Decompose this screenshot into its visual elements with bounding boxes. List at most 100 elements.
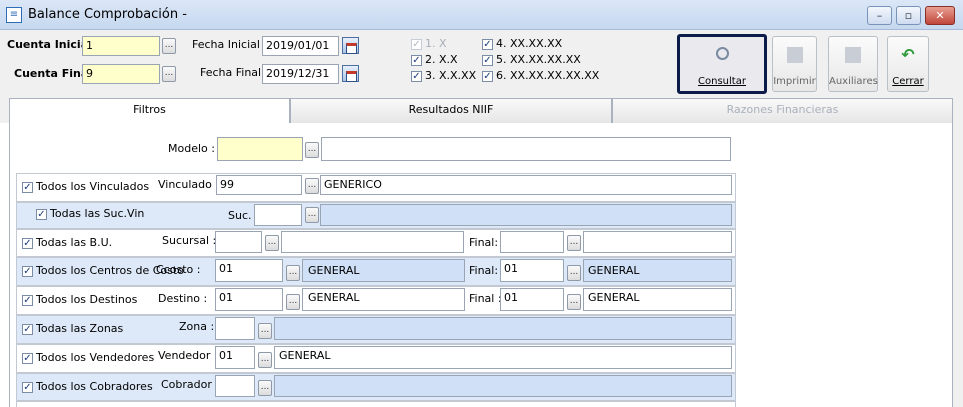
destino-code-input[interactable]: 01 [215,288,283,311]
cuenta-inicial-input[interactable]: 1 [82,36,160,56]
destino-label: Destino : [158,292,208,305]
right-edge [953,96,963,407]
level-5-label: 5. XX.XX.XX.XX [496,53,581,66]
todos-destinos-label: Todos los Destinos [36,293,138,306]
zona-name-input[interactable] [274,317,732,340]
todas-zonas-checkbox[interactable]: ✓ [22,324,33,335]
vendedor-lookup-button[interactable]: ... [258,352,272,368]
level-4-checkbox[interactable]: ✓ [482,39,493,50]
todos-vendedores-label: Todos los Vendedores [36,351,155,364]
destino-name-input[interactable]: GENERAL [302,288,465,311]
close-icon[interactable]: ✕ [925,6,955,25]
calendar-icon[interactable] [342,65,359,82]
fecha-final-input[interactable]: 2019/12/31 [262,64,339,84]
ccosto-label: Ccosto : [156,263,201,276]
modelo-name-input[interactable] [321,137,731,161]
zona-lookup-button[interactable]: ... [258,323,272,339]
window-title: Balance Comprobación - [28,7,187,22]
imprimir-button[interactable]: Imprimir [772,36,817,92]
suc-code-input[interactable] [254,204,302,226]
sucursal-label: Sucursal : [162,234,217,247]
destino-final-code-input[interactable]: 01 [500,288,564,311]
tab-filtros[interactable]: Filtros [9,98,290,124]
level-2-checkbox[interactable]: ✓ [411,55,422,66]
todas-sucvin-checkbox[interactable]: ✓ [36,209,47,220]
printer-icon [786,47,803,63]
vinculado-name-input[interactable]: GENERICO [320,175,732,195]
destino-final-name-input[interactable]: GENERAL [583,288,732,311]
modelo-label: Modelo : [168,142,215,155]
level-5-checkbox[interactable]: ✓ [482,55,493,66]
vinculado-lookup-button[interactable]: ... [305,178,319,194]
todos-vendedores-checkbox[interactable]: ✓ [22,353,33,364]
todas-bu-label: Todas las B.U. [36,236,113,249]
sucursal-lookup-button[interactable]: ... [265,235,279,251]
cobrador-label: Cobrador : [161,378,220,391]
vinculado-code-input[interactable]: 99 [216,175,302,195]
fecha-final-label: Fecha Final : [200,66,269,79]
destino-final-lookup-button[interactable]: ... [567,294,581,310]
zona-code-input[interactable] [215,317,255,340]
modelo-code-input[interactable] [217,137,303,161]
ccosto-code-input[interactable]: 01 [215,259,283,282]
level-2-label: 2. X.X [425,53,458,66]
calendar-icon[interactable] [342,37,359,54]
suc-label: Suc. [228,209,252,222]
todas-bu-checkbox[interactable]: ✓ [22,238,33,249]
level-3-checkbox[interactable]: ✓ [411,71,422,82]
cuenta-final-input[interactable]: 9 [82,64,160,84]
ccosto-final-name-input[interactable]: GENERAL [583,259,732,282]
cuenta-inicial-lookup-button[interactable]: ... [162,38,176,54]
level-4-label: 4. XX.XX.XX [496,37,563,50]
ccosto-name-input[interactable]: GENERAL [302,259,465,282]
cerrar-button[interactable]: ↶ Cerrar [887,36,929,92]
destino-lookup-button[interactable]: ... [286,294,300,310]
modelo-lookup-button[interactable]: ... [305,142,319,158]
sucursal-final-name-input[interactable] [583,231,732,253]
consultar-button[interactable]: Consultar [677,34,767,94]
todos-cobradores-checkbox[interactable]: ✓ [22,382,33,393]
auxiliares-button[interactable]: Auxiliares [828,36,878,92]
vendedor-name-input[interactable]: GENERAL [274,346,732,369]
todos-destinos-checkbox[interactable]: ✓ [22,295,33,306]
todas-zonas-label: Todas las Zonas [36,322,124,335]
sucursal-final-lookup-button[interactable]: ... [567,235,581,251]
vendedor-code-input[interactable]: 01 [215,346,255,369]
todos-vinculados-label: Todos los Vinculados [36,180,150,193]
ccosto-final-code-input[interactable]: 01 [500,259,564,282]
sucursal-code-input[interactable] [215,231,262,253]
destino-final-label: Final : [469,292,502,305]
cobrador-code-input[interactable] [215,375,255,397]
suc-lookup-button[interactable]: ... [305,207,319,223]
ccosto-final-lookup-button[interactable]: ... [567,265,581,281]
magnifier-icon [716,47,729,60]
minimize-icon[interactable]: – [867,6,892,25]
vendedor-label: Vendedor : [158,349,218,362]
tab-resultados-niif[interactable]: Resultados NIIF [290,98,612,123]
maximize-icon[interactable]: ▫ [896,6,921,25]
todos-vinculados-checkbox[interactable]: ✓ [22,182,33,193]
auxiliares-icon [845,47,861,63]
fecha-inicial-label: Fecha Inicial : [192,38,268,51]
ccosto-lookup-button[interactable]: ... [286,265,300,281]
cobrador-name-input[interactable] [274,375,732,397]
consultar-label: Consultar [698,76,746,87]
imprimir-label: Imprimir [773,76,816,87]
todas-sucvin-label: Todas las Suc.Vin [50,207,145,220]
sucursal-final-code-input[interactable] [500,231,564,253]
level-6-checkbox[interactable]: ✓ [482,71,493,82]
auxiliares-label: Auxiliares [829,76,878,87]
fecha-inicial-input[interactable]: 2019/01/01 [262,36,339,56]
suc-name-input[interactable] [320,204,732,226]
tab-razones-financieras[interactable]: Razones Financieras [612,98,953,123]
ccosto-final-label: Final: [469,264,499,277]
cuenta-final-lookup-button[interactable]: ... [162,66,176,82]
sucursal-name-input[interactable] [281,231,464,253]
vinculado-label: Vinculado : [158,178,220,191]
todos-ccosto-checkbox[interactable]: ✓ [22,266,33,277]
next-row [16,401,736,407]
level-3-label: 3. X.X.XX [425,69,477,82]
cerrar-label: Cerrar [892,76,924,87]
cobrador-lookup-button[interactable]: ... [258,380,272,396]
level-1-checkbox[interactable]: ✓ [411,39,422,50]
